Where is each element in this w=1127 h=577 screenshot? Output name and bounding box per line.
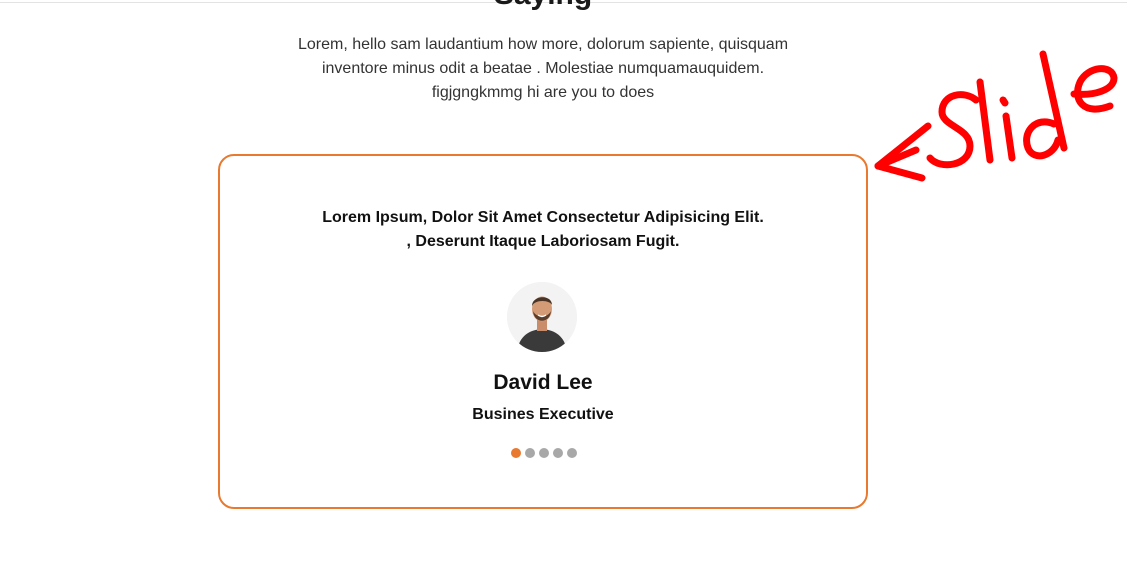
section-intro: Lorem, hello sam laudantium how more, do… [297,36,789,101]
section-title: Saying [0,0,1086,12]
arrow-icon [874,50,1118,182]
slider-dot-3[interactable] [539,448,549,458]
handwritten-slide-annotation: Slide [860,20,1127,195]
slider-dot-2[interactable] [525,448,535,458]
person-name: David Lee [493,371,593,394]
slider-dot-1[interactable] [511,448,521,458]
person-portrait-icon [507,282,577,352]
testimonial-quote: Lorem Ipsum, Dolor Sit Amet Consectetur … [322,209,764,250]
slider-dot-4[interactable] [553,448,563,458]
avatar [507,282,577,352]
testimonial-slider-card[interactable]: Lorem Ipsum, Dolor Sit Amet Consectetur … [218,154,868,509]
slider-dot-5[interactable] [567,448,577,458]
slider-pagination [220,448,867,458]
person-role: Busines Executive [472,406,614,423]
